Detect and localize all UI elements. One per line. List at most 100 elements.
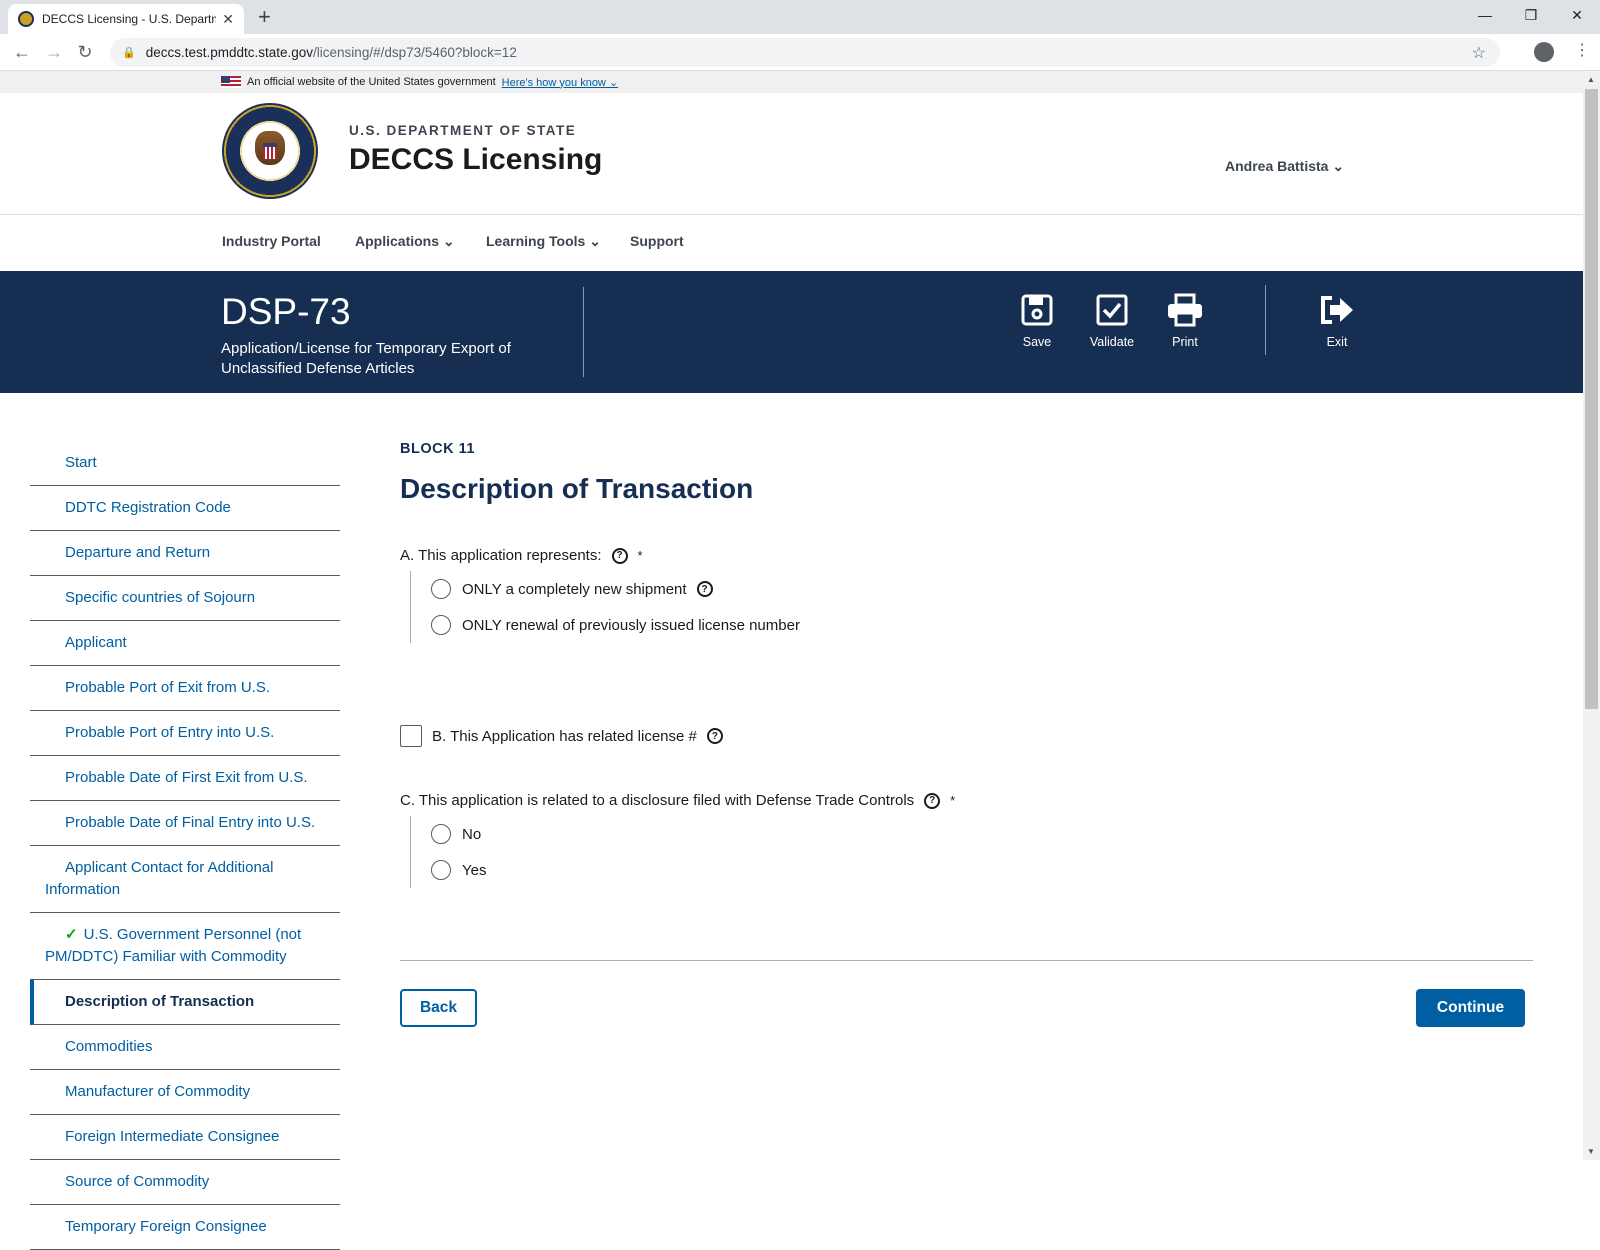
chevron-down-icon: ⌄ bbox=[1332, 158, 1345, 174]
chevron-down-icon: ⌄ bbox=[589, 233, 601, 249]
user-menu[interactable]: Andrea Battista ⌄ bbox=[1225, 158, 1344, 175]
sidebar-item-temporary-foreign-consignee[interactable]: Temporary Foreign Consignee bbox=[30, 1205, 340, 1250]
sidebar-item-description-of-transaction[interactable]: Description of Transaction bbox=[30, 980, 340, 1025]
window-controls: — ❐ ✕ bbox=[1462, 0, 1600, 30]
block-sidebar-nav: Start DDTC Registration Code Departure a… bbox=[30, 441, 340, 1250]
site-header: U.S. DEPARTMENT OF STATE DECCS Licensing… bbox=[0, 93, 1583, 215]
page-title: Description of Transaction bbox=[400, 473, 754, 504]
sidebar-item-us-government-personnel[interactable]: ✓ U.S. Government Personnel (not PM/DDTC)… bbox=[30, 913, 340, 980]
sidebar-item-ddtc-registration-code[interactable]: DDTC Registration Code bbox=[30, 486, 340, 531]
help-icon[interactable]: ? bbox=[924, 792, 941, 809]
save-icon bbox=[1021, 294, 1053, 326]
address-bar[interactable]: 🔒 deccs.test.pmddtc.state.gov/licensing/… bbox=[110, 38, 1500, 67]
close-tab-icon[interactable]: ✕ bbox=[222, 11, 234, 28]
validate-check-icon bbox=[1096, 294, 1128, 326]
browser-toolbar: ← → ↻ 🔒 deccs.test.pmddtc.state.gov/lice… bbox=[0, 34, 1600, 71]
form-description: Application/License for Temporary Export… bbox=[221, 340, 511, 377]
profile-icon[interactable] bbox=[1534, 42, 1554, 62]
question-c-radio-group: No Yes bbox=[410, 816, 486, 888]
radio-button[interactable] bbox=[431, 824, 451, 844]
save-button[interactable]: Save bbox=[1002, 293, 1072, 349]
required-marker: * bbox=[637, 548, 643, 563]
form-hero: DSP-73 Application/License for Temporary… bbox=[0, 271, 1583, 393]
radio-no[interactable]: No bbox=[431, 816, 486, 852]
sidebar-item-date-first-exit[interactable]: Probable Date of First Exit from U.S. bbox=[30, 756, 340, 801]
bookmark-star-icon[interactable]: ☆ bbox=[1472, 43, 1486, 63]
menu-kebab-icon[interactable]: ⋮ bbox=[1574, 40, 1590, 60]
app-title[interactable]: DECCS Licensing bbox=[349, 143, 602, 177]
sidebar-item-date-final-entry[interactable]: Probable Date of Final Entry into U.S. bbox=[30, 801, 340, 846]
hero-divider bbox=[583, 287, 584, 377]
url-path: /licensing/#/dsp73/5460?block=12 bbox=[313, 45, 517, 60]
department-seal-logo bbox=[222, 103, 318, 199]
radio-button[interactable] bbox=[431, 860, 451, 880]
user-name: Andrea Battista bbox=[1225, 158, 1329, 174]
nav-industry-portal[interactable]: Industry Portal bbox=[222, 233, 321, 249]
hero-divider bbox=[1265, 285, 1266, 355]
question-b-checkbox[interactable]: B. This Application has related license … bbox=[400, 725, 723, 747]
favicon-icon bbox=[18, 11, 34, 27]
sidebar-item-departure-and-return[interactable]: Departure and Return bbox=[30, 531, 340, 576]
completed-check-icon: ✓ bbox=[65, 926, 78, 943]
new-tab-icon[interactable]: + bbox=[258, 4, 271, 30]
lock-icon: 🔒 bbox=[122, 47, 136, 59]
gov-banner: An official website of the United States… bbox=[0, 71, 1583, 93]
sidebar-item-port-of-exit[interactable]: Probable Port of Exit from U.S. bbox=[30, 666, 340, 711]
scroll-up-icon[interactable]: ▲ bbox=[1587, 75, 1595, 84]
sidebar-item-countries-of-sojourn[interactable]: Specific countries of Sojourn bbox=[30, 576, 340, 621]
nav-applications[interactable]: Applications ⌄ bbox=[355, 233, 455, 250]
back-arrow-icon[interactable]: ← bbox=[10, 40, 34, 64]
radio-renewal[interactable]: ONLY renewal of previously issued licens… bbox=[431, 607, 800, 643]
how-you-know-link[interactable]: Here's how you know ⌄ bbox=[502, 76, 619, 89]
page-scrollbar[interactable]: ▲ ▼ bbox=[1583, 71, 1600, 1160]
reload-icon[interactable]: ↻ bbox=[73, 40, 97, 64]
sidebar-item-applicant-contact[interactable]: Applicant Contact for Additional Informa… bbox=[30, 846, 340, 913]
validate-button[interactable]: Validate bbox=[1077, 293, 1147, 349]
related-license-checkbox[interactable] bbox=[400, 725, 422, 747]
url-host: deccs.test.pmddtc.state.gov bbox=[145, 45, 314, 60]
minimize-icon[interactable]: — bbox=[1462, 0, 1508, 30]
tab-title: DECCS Licensing - U.S. Departme bbox=[42, 12, 217, 26]
browser-tab-bar: DECCS Licensing - U.S. Departme ✕ + — ❐ … bbox=[0, 0, 1600, 34]
radio-yes[interactable]: Yes bbox=[431, 852, 486, 888]
print-icon bbox=[1168, 293, 1202, 327]
print-button[interactable]: Print bbox=[1150, 293, 1220, 349]
chevron-down-icon: ⌄ bbox=[442, 233, 455, 249]
exit-icon bbox=[1321, 296, 1353, 324]
help-icon[interactable]: ? bbox=[611, 547, 628, 564]
main-content: BLOCK 11 Description of Transaction A. T… bbox=[400, 441, 1533, 1027]
browser-tab[interactable]: DECCS Licensing - U.S. Departme ✕ bbox=[8, 4, 244, 34]
question-c-label: C. This application is related to a disc… bbox=[400, 792, 956, 809]
restore-icon[interactable]: ❐ bbox=[1508, 0, 1554, 30]
radio-button[interactable] bbox=[431, 615, 451, 635]
question-a-radio-group: ONLY a completely new shipment ? ONLY re… bbox=[410, 571, 800, 643]
help-icon[interactable]: ? bbox=[696, 581, 713, 597]
sidebar-item-manufacturer-of-commodity[interactable]: Manufacturer of Commodity bbox=[30, 1070, 340, 1115]
scroll-down-icon[interactable]: ▼ bbox=[1587, 1147, 1595, 1156]
form-code: DSP-73 bbox=[221, 291, 351, 332]
close-window-icon[interactable]: ✕ bbox=[1554, 0, 1600, 30]
nav-learning-tools[interactable]: Learning Tools ⌄ bbox=[486, 233, 601, 250]
exit-button[interactable]: Exit bbox=[1302, 293, 1372, 349]
question-a-label: A. This application represents: ? * bbox=[400, 547, 643, 564]
nav-support[interactable]: Support bbox=[630, 233, 684, 249]
help-icon[interactable]: ? bbox=[706, 728, 723, 744]
sidebar-item-start[interactable]: Start bbox=[30, 441, 340, 486]
divider bbox=[400, 960, 1533, 961]
sidebar-item-port-of-entry[interactable]: Probable Port of Entry into U.S. bbox=[30, 711, 340, 756]
us-flag-icon bbox=[221, 76, 241, 88]
radio-button[interactable] bbox=[431, 579, 451, 599]
sidebar-item-foreign-intermediate-consignee[interactable]: Foreign Intermediate Consignee bbox=[30, 1115, 340, 1160]
radio-new-shipment[interactable]: ONLY a completely new shipment ? bbox=[431, 571, 800, 607]
forward-arrow-icon[interactable]: → bbox=[42, 40, 66, 64]
block-label: BLOCK 11 bbox=[400, 441, 475, 457]
sidebar-item-applicant[interactable]: Applicant bbox=[30, 621, 340, 666]
department-name: U.S. DEPARTMENT OF STATE bbox=[349, 123, 577, 138]
continue-button[interactable]: Continue bbox=[1416, 989, 1525, 1027]
gov-banner-text: An official website of the United States… bbox=[247, 76, 496, 88]
shield-icon bbox=[263, 143, 277, 159]
scrollbar-thumb[interactable] bbox=[1585, 89, 1598, 709]
back-button[interactable]: Back bbox=[400, 989, 477, 1027]
sidebar-item-source-of-commodity[interactable]: Source of Commodity bbox=[30, 1160, 340, 1205]
sidebar-item-commodities[interactable]: Commodities bbox=[30, 1025, 340, 1070]
